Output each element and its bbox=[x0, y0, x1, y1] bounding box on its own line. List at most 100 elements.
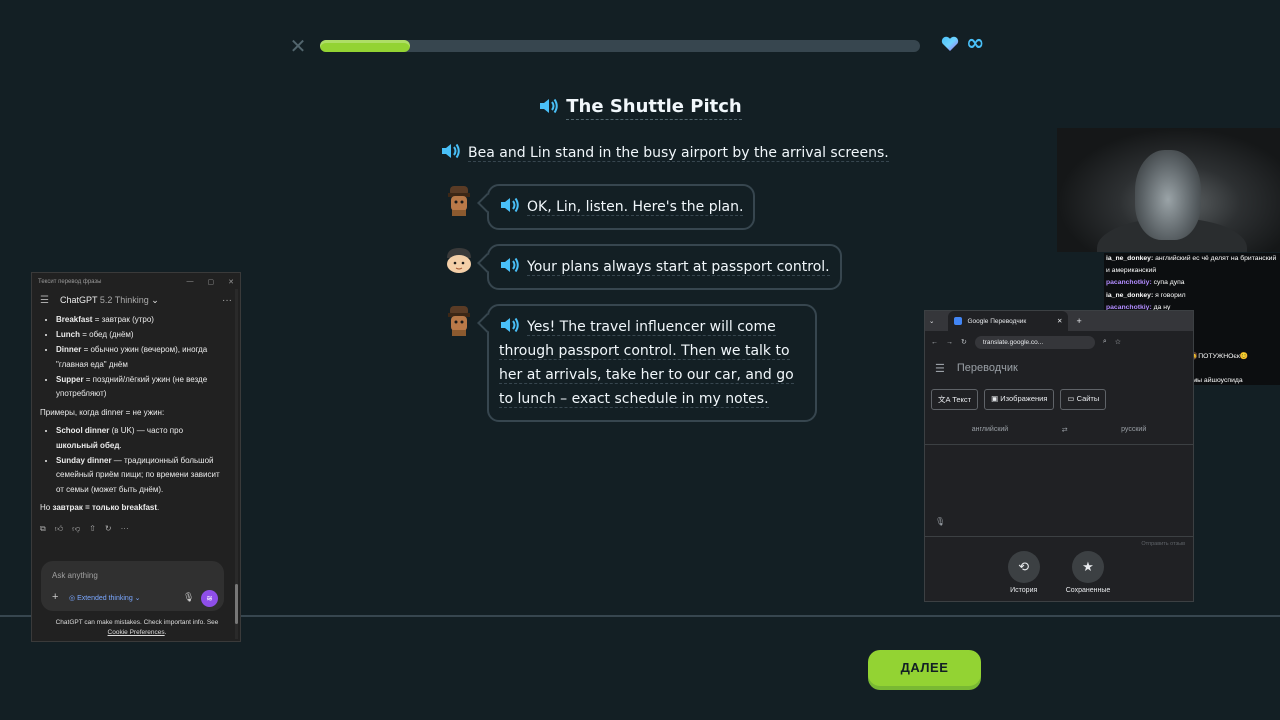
lin-avatar bbox=[447, 248, 471, 273]
dialog-text[interactable]: Your plans always start at passport cont… bbox=[527, 259, 830, 276]
chatgpt-titlebar: Тексит перевод фразы — ▢ ✕ bbox=[32, 273, 240, 287]
target-language[interactable]: русский bbox=[1121, 426, 1146, 434]
speaker-icon[interactable] bbox=[499, 316, 521, 334]
list-item: Breakfast = завтрак (утро) bbox=[56, 313, 226, 328]
send-feedback-link[interactable]: Отправить отзыв bbox=[925, 537, 1193, 547]
reload-icon[interactable]: ↻ bbox=[961, 338, 967, 346]
story-intro: Bea and Lin stand in the busy airport by… bbox=[440, 142, 889, 162]
conclusion: Но завтрак = только breakfast. bbox=[40, 503, 160, 512]
mode-images[interactable]: ▣ Изображения bbox=[984, 389, 1055, 410]
speech-bubble: OK, Lin, listen. Here's the plan. bbox=[487, 184, 756, 230]
chat-username: ia_ne_donkey: bbox=[1106, 291, 1156, 299]
thumbs-up-icon[interactable]: 👍︎ bbox=[55, 524, 63, 534]
maximize-icon[interactable]: ▢ bbox=[208, 278, 215, 286]
voice-mode-icon[interactable]: ≋ bbox=[201, 590, 218, 607]
sidebar-toggle-icon[interactable]: ☰ bbox=[40, 295, 52, 306]
message-actions: ⧉ 👍︎ 👎︎ ⇧ ↻ ··· bbox=[32, 520, 240, 538]
swap-languages-icon[interactable]: ⇄ bbox=[1062, 426, 1068, 434]
chat-text: супа дупа bbox=[1153, 279, 1185, 287]
tab-list-icon[interactable]: ⌄ bbox=[929, 317, 934, 325]
saved-button[interactable]: ★ Сохраненные bbox=[1066, 551, 1110, 594]
forward-icon[interactable]: → bbox=[946, 339, 953, 346]
browser-tab[interactable]: Google Переводчик ✕ bbox=[948, 311, 1069, 331]
hearts-count: ∞ bbox=[966, 31, 985, 56]
google-translate-icon bbox=[954, 317, 963, 325]
new-tab-icon[interactable]: + bbox=[1076, 316, 1081, 326]
prompt-input[interactable]: Ask anything bbox=[52, 571, 98, 580]
chat-message: ia_ne_donkey: английский ес чё делят на … bbox=[1106, 253, 1278, 277]
more-icon[interactable]: ··· bbox=[121, 524, 129, 534]
source-text-area[interactable]: 🎙︎ bbox=[925, 445, 1193, 537]
progress-bar bbox=[320, 40, 920, 52]
chatgpt-header: ☰ ChatGPT 5.2 Thinking ⌄ ··· bbox=[32, 289, 240, 311]
dialog-text[interactable]: Yes! The travel influencer will come thr… bbox=[499, 319, 794, 408]
scrollbar[interactable] bbox=[235, 289, 238, 639]
story-intro-text: Bea and Lin stand in the busy airport by… bbox=[468, 145, 889, 162]
lesson-top-bar: ✕ ∞ bbox=[288, 31, 1008, 57]
source-language[interactable]: английский bbox=[972, 426, 1008, 434]
microphone-icon[interactable]: 🎙︎ bbox=[935, 517, 945, 526]
list-item: School dinner (в UK) — часто про школьны… bbox=[56, 424, 226, 453]
translate-window: ⌄ Google Переводчик ✕ + ← → ↻ translate.… bbox=[924, 310, 1194, 602]
zoom-icon[interactable]: ⌕ bbox=[1103, 338, 1107, 346]
speaker-icon[interactable] bbox=[440, 142, 462, 160]
address-bar: ← → ↻ translate.google.co... ⌕ ☆ bbox=[925, 331, 1193, 353]
bea-avatar bbox=[448, 186, 470, 216]
star-icon: ★ bbox=[1071, 551, 1104, 583]
list-item: Dinner = обычно ужин (вечером), иногда "… bbox=[56, 343, 226, 372]
chatgpt-message: Breakfast = завтрак (утро) Lunch = обед … bbox=[32, 311, 240, 516]
chat-message: pacanchotkiy: супа дупа bbox=[1106, 277, 1278, 289]
list-item: Supper = поздний/лёгкий ужин (не везде у… bbox=[56, 373, 226, 402]
speech-bubble: Yes! The travel influencer will come thr… bbox=[487, 304, 817, 422]
chat-username: ia_ne_donkey: bbox=[1106, 255, 1156, 262]
extended-thinking-toggle[interactable]: ◎ Extended thinking ⌄ bbox=[69, 594, 141, 602]
chat-text: я говорил bbox=[1155, 291, 1186, 299]
speaker-icon[interactable] bbox=[499, 256, 521, 274]
share-icon[interactable]: ⇧ bbox=[89, 524, 96, 534]
url-field[interactable]: translate.google.co... bbox=[974, 335, 1095, 349]
list-item: Lunch = обед (днём) bbox=[56, 328, 226, 343]
menu-icon[interactable]: ☰ bbox=[935, 362, 945, 375]
microphone-icon[interactable]: 🎙︎ bbox=[183, 592, 194, 603]
minimize-icon[interactable]: — bbox=[187, 278, 194, 286]
app-title: Переводчик bbox=[956, 362, 1018, 374]
mode-sites[interactable]: ▭ Сайты bbox=[1060, 389, 1107, 410]
cookie-preferences-link[interactable]: Cookie Preferences bbox=[108, 629, 165, 636]
hearts-indicator[interactable]: ∞ bbox=[940, 31, 985, 56]
speech-bubble: Your plans always start at passport cont… bbox=[487, 244, 842, 290]
add-icon[interactable]: + bbox=[52, 591, 58, 603]
language-selector: английский ⇄ русский bbox=[925, 416, 1193, 445]
close-icon[interactable]: ✕ bbox=[228, 278, 234, 286]
close-icon[interactable]: ✕ bbox=[288, 36, 308, 56]
history-icon: ⟲ bbox=[1007, 551, 1040, 583]
model-selector[interactable]: ChatGPT 5.2 Thinking ⌄ bbox=[60, 295, 159, 306]
bookmark-icon[interactable]: ☆ bbox=[1115, 338, 1121, 346]
dialog-line: Yes! The travel influencer will come thr… bbox=[444, 304, 817, 422]
back-icon[interactable]: ← bbox=[931, 339, 938, 346]
story-title: The Shuttle Pitch bbox=[0, 96, 1280, 120]
mode-text[interactable]: 文A Текст bbox=[931, 389, 979, 410]
heart-icon bbox=[941, 36, 959, 51]
speaker-icon[interactable] bbox=[538, 97, 560, 115]
copy-icon[interactable]: ⧉ bbox=[40, 524, 46, 534]
translate-header: ☰ Переводчик bbox=[925, 353, 1193, 383]
close-tab-icon[interactable]: ✕ bbox=[1057, 317, 1062, 325]
progress-fill bbox=[320, 40, 410, 52]
prompt-box[interactable]: Ask anything + ◎ Extended thinking ⌄ 🎙︎ … bbox=[41, 561, 224, 611]
chatgpt-disclaimer: ChatGPT can make mistakes. Check importa… bbox=[55, 619, 219, 636]
list-item: Sunday dinner — традиционный большой сем… bbox=[56, 454, 226, 498]
speaker-icon[interactable] bbox=[499, 196, 521, 214]
dialog-text[interactable]: OK, Lin, listen. Here's the plan. bbox=[527, 199, 744, 216]
continue-button[interactable]: ДАЛЕЕ bbox=[868, 650, 981, 686]
regenerate-icon[interactable]: ↻ bbox=[105, 524, 112, 534]
more-options-icon[interactable]: ··· bbox=[222, 295, 232, 306]
bea-avatar bbox=[448, 306, 470, 336]
history-button[interactable]: ⟲ История bbox=[1007, 551, 1040, 594]
chat-message: ia_ne_donkey: я говорил bbox=[1106, 290, 1278, 302]
chatgpt-window: Тексит перевод фразы — ▢ ✕ ☰ ChatGPT 5.2… bbox=[31, 272, 241, 642]
webcam-feed bbox=[1057, 128, 1280, 252]
translate-shortcuts: ⟲ История ★ Сохраненные bbox=[925, 551, 1193, 594]
browser-tabbar: ⌄ Google Переводчик ✕ + bbox=[925, 311, 1193, 331]
thumbs-down-icon[interactable]: 👎︎ bbox=[72, 524, 80, 534]
translate-modes: 文A Текст ▣ Изображения ▭ Сайты bbox=[925, 383, 1193, 416]
